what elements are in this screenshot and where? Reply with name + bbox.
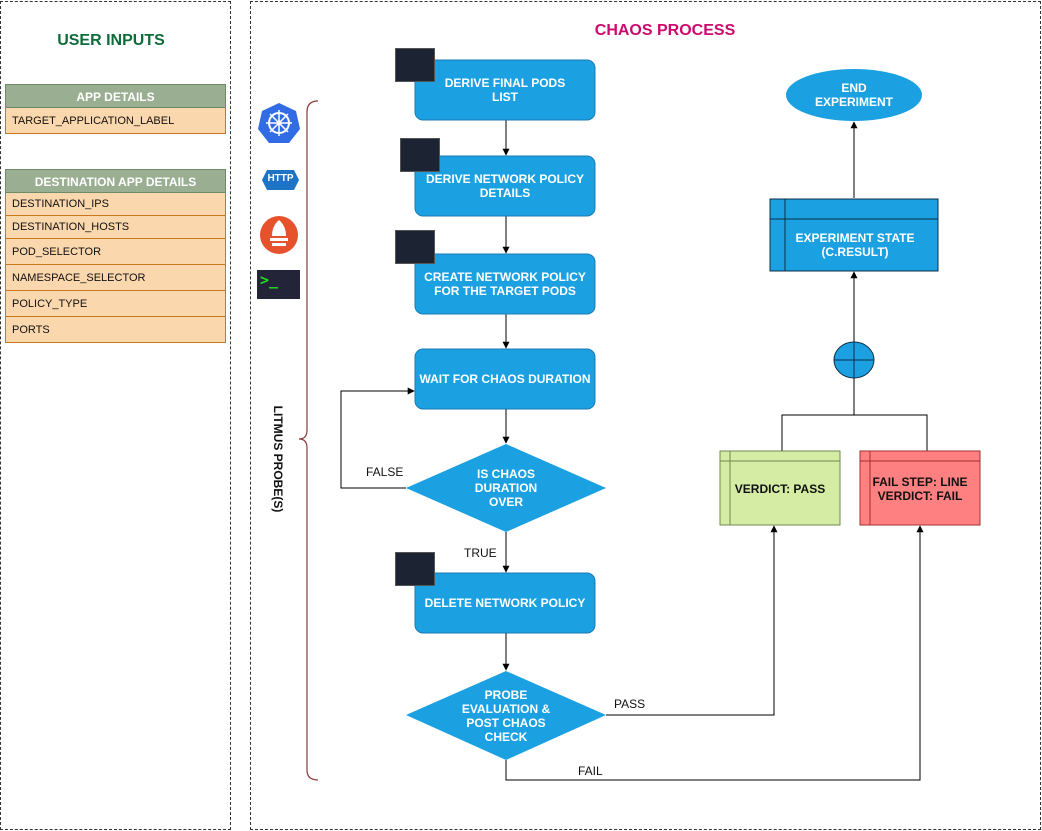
wait-text: WAIT FOR CHAOS DURATION bbox=[419, 372, 591, 386]
kubernetes-icon bbox=[258, 103, 300, 143]
create-policy-text: CREATE NETWORK POLICY FOR THE TARGET PODS bbox=[424, 270, 586, 298]
litmus-probes-label: LITMUS PROBE(S) bbox=[271, 405, 285, 513]
label-false: FALSE bbox=[366, 465, 404, 479]
edge-verdicts-join bbox=[781, 414, 928, 451]
probes-bracket bbox=[298, 100, 319, 781]
label-true: TRUE bbox=[464, 546, 497, 560]
verdict-pass-text: VERDICT: PASS bbox=[734, 482, 826, 496]
label-pass: PASS bbox=[614, 697, 646, 711]
http-badge-label: HTTP bbox=[267, 173, 294, 184]
derive-pods-text: DERIVE FINAL PODS LIST bbox=[444, 76, 566, 104]
end-experiment-text: END EXPERIMENT bbox=[814, 81, 893, 109]
label-fail: FAIL bbox=[578, 764, 603, 778]
experiment-state-text: EXPERIMENT STATE (C.RESULT) bbox=[795, 231, 915, 259]
verdict-fail-text: FAIL STEP: LINE VERDICT: FAIL bbox=[872, 475, 968, 503]
delete-policy-text: DELETE NETWORK POLICY bbox=[424, 596, 586, 610]
derive-policy-text: DERIVE NETWORK POLICY DETAILS bbox=[425, 172, 584, 200]
edge-probe-pass bbox=[606, 525, 778, 716]
is-over-text: IS CHAOS DURATION OVER bbox=[474, 467, 538, 509]
edge-probe-fail bbox=[505, 525, 924, 781]
probe-eval-text: PROBE EVALUATION & POST CHAOS CHECK bbox=[461, 687, 551, 744]
prometheus-icon bbox=[260, 216, 298, 254]
terminal-glyph: >_ bbox=[260, 271, 279, 289]
